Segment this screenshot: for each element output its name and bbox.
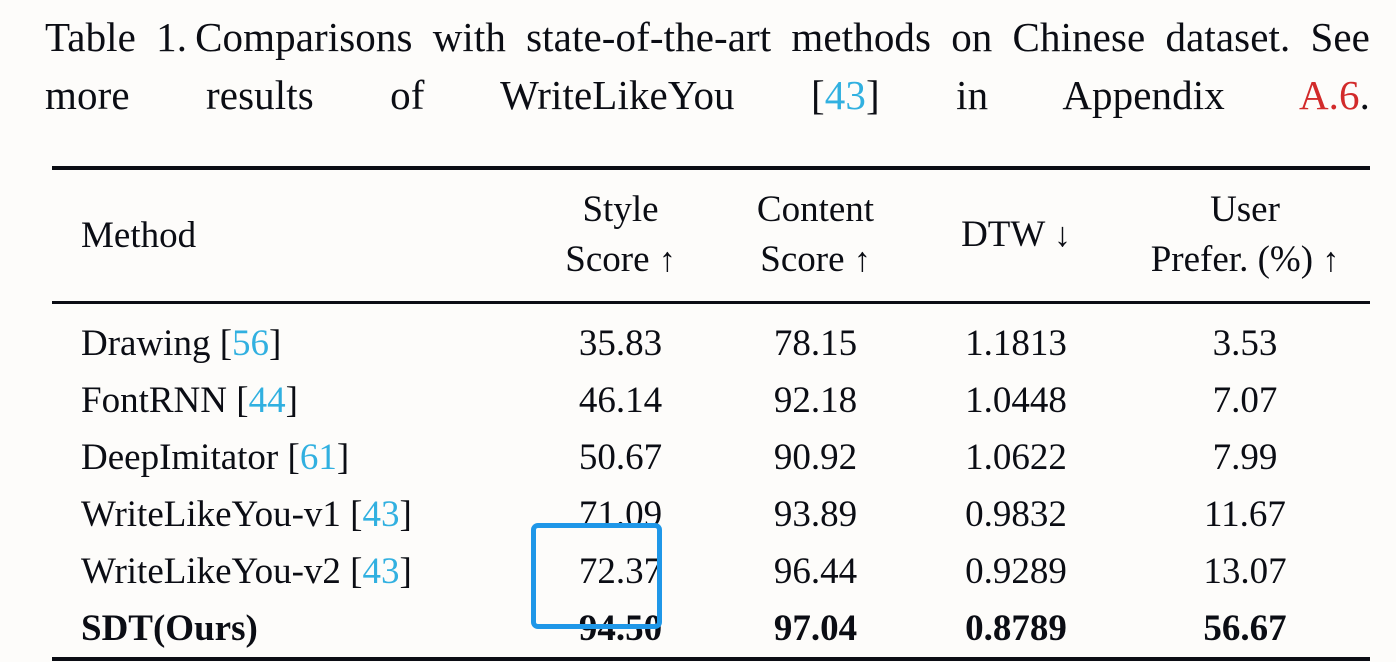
method-name: Drawing	[81, 323, 211, 364]
method-name: WriteLikeYou-v2	[81, 551, 341, 592]
table-row: WriteLikeYou-v2 [43] 72.37 96.44 0.9289 …	[52, 543, 1370, 600]
cell-method: DeepImitator [61]	[52, 429, 522, 486]
results-table: Method Style Score ↑ Content Score ↑ DTW…	[52, 170, 1370, 301]
table-row-ours: SDT(Ours) 94.50 97.04 0.8789 56.67	[52, 600, 1370, 657]
cell-user-preference: 11.67	[1204, 494, 1286, 535]
citation-bracket-open: [	[350, 551, 363, 592]
method-citation[interactable]: [43]	[350, 494, 412, 535]
cell-dtw: 0.8789	[965, 608, 1067, 649]
column-header-user-line2: Prefer. (%)	[1150, 239, 1314, 280]
citation-number: 56	[232, 323, 270, 364]
column-header-style-score: Style Score ↑	[522, 170, 719, 301]
method-name: WriteLikeYou-v1	[81, 494, 341, 535]
table-row: Drawing [56] 35.83 78.15 1.1813 3.53	[52, 304, 1370, 372]
table-header-row: Method Style Score ↑ Content Score ↑ DTW…	[52, 170, 1370, 301]
cell-user-preference: 7.07	[1212, 380, 1278, 421]
citation-number: 43	[362, 551, 400, 592]
method-citation[interactable]: [56]	[220, 323, 282, 364]
caption-text-after-citation: in Appendix	[956, 72, 1225, 118]
citation-number: 44	[248, 380, 286, 421]
cell-content-score: 90.92	[773, 437, 858, 478]
results-table-container: Method Style Score ↑ Content Score ↑ DTW…	[52, 166, 1370, 661]
cell-style-score: 50.67	[578, 437, 663, 478]
caption-space-2	[880, 72, 956, 118]
citation-bracket-close: ]	[269, 323, 282, 364]
method-name: FontRNN	[81, 380, 227, 421]
cell-style-score: 72.37	[578, 551, 663, 592]
table-row: WriteLikeYou-v1 [43] 71.09 93.89 0.9832 …	[52, 486, 1370, 543]
citation-number: 43	[362, 494, 400, 535]
cell-dtw: 1.0448	[965, 380, 1067, 421]
caption-space-3	[1225, 72, 1299, 118]
citation-bracket-close: ]	[399, 551, 412, 592]
citation-bracket-close: ]	[399, 494, 412, 535]
caption-label: Table 1.	[45, 14, 188, 60]
citation-bracket-open: [	[287, 437, 300, 478]
table-bottom-rule	[52, 657, 1370, 661]
cell-style-score: 46.14	[578, 380, 663, 421]
column-header-dtw-label: DTW	[961, 214, 1045, 255]
method-name: DeepImitator	[81, 437, 279, 478]
cell-content-score: 93.89	[773, 494, 858, 535]
method-name: SDT(Ours)	[81, 608, 258, 649]
cell-style-score: 94.50	[578, 608, 663, 649]
table-row: DeepImitator [61] 50.67 90.92 1.0622 7.9…	[52, 429, 1370, 486]
cell-method: WriteLikeYou-v1 [43]	[52, 486, 522, 543]
appendix-reference-link[interactable]: A.6	[1299, 72, 1360, 118]
citation-number: 61	[299, 437, 337, 478]
arrow-down-icon-dtw: ↓	[1053, 217, 1071, 254]
cell-content-score: 96.44	[773, 551, 858, 592]
cell-user-preference: 7.99	[1212, 437, 1278, 478]
cell-style-score: 35.83	[578, 323, 663, 364]
citation-bracket-close: ]	[336, 437, 350, 478]
column-header-content-score: Content Score ↑	[719, 170, 912, 301]
arrow-up-icon-user: ↑	[1322, 242, 1340, 279]
caption-space	[735, 72, 811, 118]
caption-citation[interactable]: [43]	[811, 72, 880, 118]
table-body: Drawing [56] 35.83 78.15 1.1813 3.53 Fon…	[52, 304, 1370, 657]
citation-bracket-open: [	[350, 494, 363, 535]
table-row: FontRNN [44] 46.14 92.18 1.0448 7.07	[52, 372, 1370, 429]
table-caption: Table 1. Comparisons with state-of-the-ar…	[45, 8, 1370, 124]
cell-user-preference: 56.67	[1203, 608, 1287, 649]
table-head: Method Style Score ↑ Content Score ↑ DTW…	[52, 170, 1370, 301]
column-header-dtw: DTW ↓	[912, 170, 1120, 301]
cell-dtw: 0.9289	[965, 551, 1067, 592]
cell-dtw: 1.0622	[965, 437, 1067, 478]
citation-bracket-close: ]	[285, 380, 298, 421]
cell-method: SDT(Ours)	[52, 600, 522, 657]
cell-dtw: 0.9832	[965, 494, 1067, 535]
column-header-user-line1: User	[1210, 189, 1280, 230]
citation-bracket-open: [	[811, 72, 825, 118]
column-header-style-line2: Score	[565, 239, 650, 280]
method-citation[interactable]: [61]	[288, 437, 350, 478]
cell-content-score: 97.04	[773, 608, 858, 649]
column-header-user-preference: User Prefer. (%) ↑	[1120, 170, 1370, 301]
cell-user-preference: 3.53	[1212, 323, 1278, 364]
cell-style-score: 71.09	[578, 494, 663, 535]
cell-dtw: 1.1813	[965, 323, 1067, 364]
cell-method: Drawing [56]	[52, 304, 522, 372]
method-citation[interactable]: [44]	[236, 380, 298, 421]
citation-number: 43	[824, 72, 866, 118]
cell-user-preference: 13.07	[1203, 551, 1287, 592]
column-header-style-line1: Style	[582, 189, 659, 230]
arrow-up-icon-content: ↑	[853, 242, 871, 279]
cell-method: WriteLikeYou-v2 [43]	[52, 543, 522, 600]
column-header-content-line2: Score	[760, 239, 845, 280]
cell-content-score: 92.18	[773, 380, 858, 421]
cell-content-score: 78.15	[773, 323, 858, 364]
method-citation[interactable]: [43]	[350, 551, 412, 592]
column-header-content-line1: Content	[756, 189, 875, 230]
citation-bracket-open: [	[236, 380, 249, 421]
arrow-up-icon-style: ↑	[658, 242, 676, 279]
column-header-method: Method	[52, 170, 522, 301]
column-header-method-label: Method	[81, 214, 197, 256]
caption-end-punctuation: .	[1359, 72, 1370, 118]
results-table-body-wrapper: Drawing [56] 35.83 78.15 1.1813 3.53 Fon…	[52, 304, 1370, 657]
citation-bracket-open: [	[219, 323, 233, 364]
cell-method: FontRNN [44]	[52, 372, 522, 429]
citation-bracket-close: ]	[866, 72, 880, 118]
